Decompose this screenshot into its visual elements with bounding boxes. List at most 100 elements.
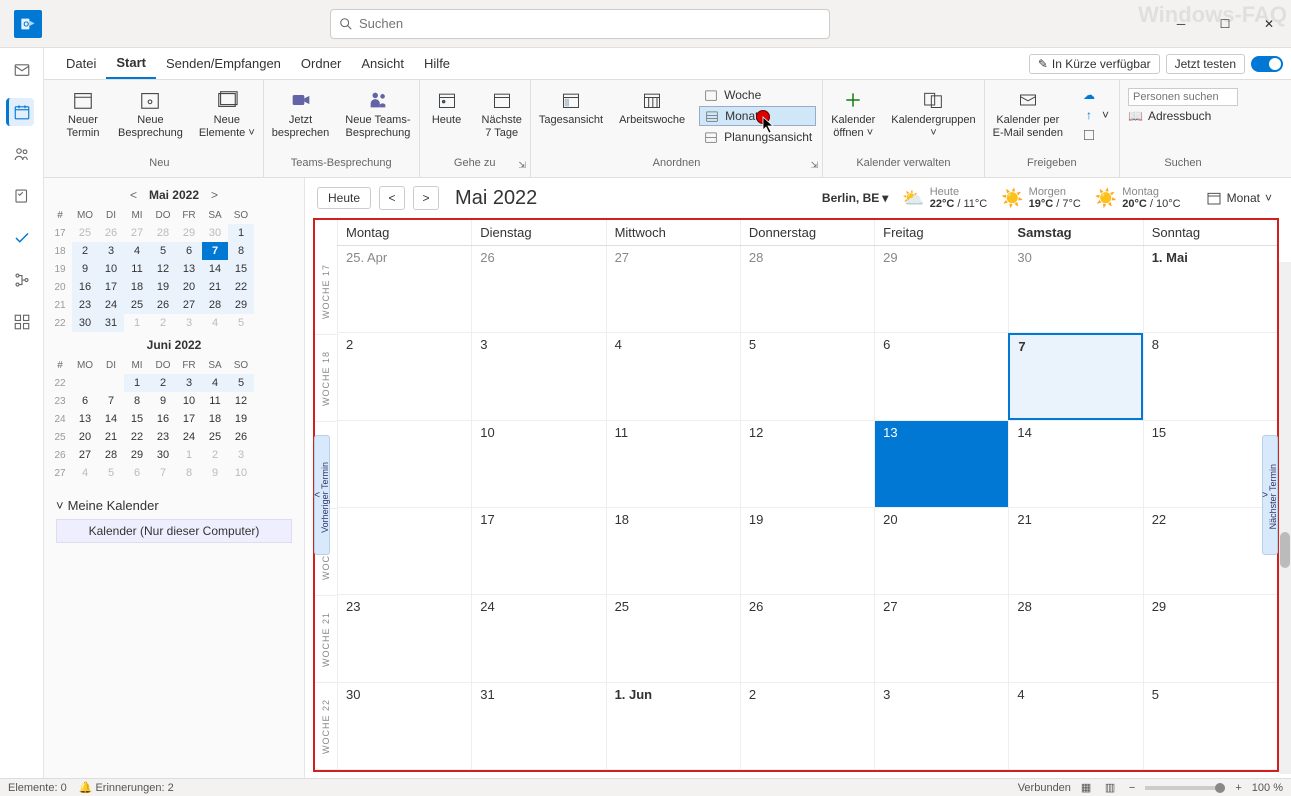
goto-launcher[interactable]: ⇲ xyxy=(518,160,526,171)
mini-day[interactable]: 3 xyxy=(176,314,202,332)
prev-appointment-tab[interactable]: <Vorheriger Termin xyxy=(314,435,330,555)
mini-day[interactable]: 24 xyxy=(176,428,202,446)
mini-day[interactable]: 28 xyxy=(98,446,124,464)
mini-day[interactable]: 6 xyxy=(72,392,98,410)
mini-day[interactable]: 8 xyxy=(228,242,254,260)
rail-calendar[interactable] xyxy=(6,98,34,126)
day-cell[interactable]: 23 xyxy=(337,595,471,681)
mini-day[interactable]: 20 xyxy=(176,278,202,296)
mini-next[interactable]: > xyxy=(207,188,222,202)
mini-day[interactable]: 2 xyxy=(72,242,98,260)
mini-day[interactable]: 29 xyxy=(228,296,254,314)
scrollbar[interactable] xyxy=(1279,262,1291,774)
mini-day[interactable]: 10 xyxy=(228,464,254,482)
ribbon-tab-hilfe[interactable]: Hilfe xyxy=(414,48,460,79)
mini-day[interactable]: 28 xyxy=(202,296,228,314)
mini-day[interactable]: 5 xyxy=(150,242,176,260)
day-cell[interactable]: 6 xyxy=(874,333,1008,419)
zoom-out[interactable]: − xyxy=(1129,782,1135,794)
mini-day[interactable]: 4 xyxy=(124,242,150,260)
day-cell[interactable]: 30 xyxy=(337,683,471,769)
day-cell[interactable]: 15 xyxy=(1143,421,1277,507)
mini-day[interactable]: 27 xyxy=(72,446,98,464)
mini-day[interactable]: 14 xyxy=(202,260,228,278)
day-cell[interactable]: 3 xyxy=(471,333,605,419)
day-cell[interactable]: 25. Apr xyxy=(337,246,471,332)
mini-day[interactable]: 16 xyxy=(150,410,176,428)
mini-day[interactable]: 5 xyxy=(228,314,254,332)
rail-todo[interactable] xyxy=(8,224,36,252)
window-minimize[interactable]: ─ xyxy=(1159,8,1203,40)
share-up-button[interactable]: ↑˅ xyxy=(1077,106,1113,124)
mini-day[interactable]: 6 xyxy=(124,464,150,482)
weather-day[interactable]: ☀️Montag20°C / 10°C xyxy=(1095,186,1181,210)
address-book-button[interactable]: 📖Adressbuch xyxy=(1128,109,1238,123)
mini-day[interactable]: 4 xyxy=(202,314,228,332)
mini-day[interactable]: 21 xyxy=(202,278,228,296)
mini-day[interactable]: 8 xyxy=(176,464,202,482)
mini-day[interactable]: 2 xyxy=(202,446,228,464)
day-cell[interactable]: 2 xyxy=(740,683,874,769)
share-publish-button[interactable] xyxy=(1077,126,1113,144)
new-appointment-button[interactable]: NeuerTermin xyxy=(56,84,110,155)
view-reading-icon[interactable]: ▥ xyxy=(1105,781,1119,795)
mini-day[interactable]: 4 xyxy=(202,374,228,392)
mini-day[interactable]: 25 xyxy=(124,296,150,314)
schedule-view-button[interactable]: Planungsansicht xyxy=(699,128,816,146)
mini-day[interactable]: 10 xyxy=(98,260,124,278)
mini-day[interactable] xyxy=(98,374,124,392)
day-cell[interactable]: 24 xyxy=(471,595,605,681)
day-cell[interactable]: 31 xyxy=(471,683,605,769)
prev-month-button[interactable]: < xyxy=(379,186,405,210)
my-calendars-toggle[interactable]: ˅Meine Kalender xyxy=(48,494,300,517)
mini-day[interactable]: 20 xyxy=(72,428,98,446)
mini-day[interactable]: 25 xyxy=(202,428,228,446)
day-cell[interactable]: 20 xyxy=(874,508,1008,594)
day-cell[interactable]: 2 xyxy=(337,333,471,419)
mini-day[interactable]: 3 xyxy=(228,446,254,464)
mini-day[interactable]: 11 xyxy=(202,392,228,410)
window-close[interactable]: ✕ xyxy=(1247,8,1291,40)
mini-day[interactable]: 5 xyxy=(98,464,124,482)
day-cell[interactable]: 28 xyxy=(740,246,874,332)
mini-day[interactable]: 1 xyxy=(124,314,150,332)
mini-day[interactable]: 19 xyxy=(150,278,176,296)
mini-day[interactable]: 30 xyxy=(150,446,176,464)
weather-location[interactable]: Berlin, BE▾ xyxy=(822,191,888,205)
ribbon-tab-ansicht[interactable]: Ansicht xyxy=(351,48,414,79)
rail-mail[interactable] xyxy=(8,56,36,84)
day-view-button[interactable]: Tagesansicht xyxy=(531,84,611,155)
day-cell[interactable]: 12 xyxy=(740,421,874,507)
mini-day[interactable]: 18 xyxy=(124,278,150,296)
day-cell[interactable] xyxy=(337,421,471,507)
zoom-in[interactable]: + xyxy=(1235,782,1241,794)
rail-apps[interactable] xyxy=(8,308,36,336)
mini-day[interactable]: 8 xyxy=(124,392,150,410)
mini-day[interactable]: 28 xyxy=(150,224,176,242)
new-items-button[interactable]: NeueElemente ˅ xyxy=(191,84,263,155)
day-cell[interactable]: 4 xyxy=(1008,683,1142,769)
mini-day[interactable]: 19 xyxy=(228,410,254,428)
mini-day[interactable]: 22 xyxy=(228,278,254,296)
mini-day[interactable]: 1 xyxy=(124,374,150,392)
day-cell[interactable] xyxy=(337,508,471,594)
day-cell[interactable]: 5 xyxy=(1143,683,1277,769)
rail-people[interactable] xyxy=(8,140,36,168)
month-view-button[interactable]: Monat xyxy=(699,106,816,126)
mini-day[interactable]: 30 xyxy=(202,224,228,242)
day-cell[interactable]: 29 xyxy=(1143,595,1277,681)
day-cell[interactable]: 1. Mai xyxy=(1143,246,1277,332)
weather-day[interactable]: ☀️Morgen19°C / 7°C xyxy=(1001,186,1081,210)
toggle-switch[interactable] xyxy=(1251,56,1283,72)
mini-day[interactable]: 26 xyxy=(150,296,176,314)
arrange-launcher[interactable]: ⇲ xyxy=(811,160,819,171)
search-box[interactable] xyxy=(330,9,830,39)
day-cell[interactable]: 21 xyxy=(1008,508,1142,594)
status-reminders[interactable]: 🔔 Erinnerungen: 2 xyxy=(79,781,174,794)
next-appointment-tab[interactable]: >Nächster Termin xyxy=(1262,435,1278,555)
day-cell[interactable]: 28 xyxy=(1008,595,1142,681)
day-cell[interactable]: 11 xyxy=(606,421,740,507)
week-view-button[interactable]: Woche xyxy=(699,86,816,104)
open-calendar-button[interactable]: Kalenderöffnen ˅ xyxy=(823,84,883,155)
mini-day[interactable]: 13 xyxy=(176,260,202,278)
